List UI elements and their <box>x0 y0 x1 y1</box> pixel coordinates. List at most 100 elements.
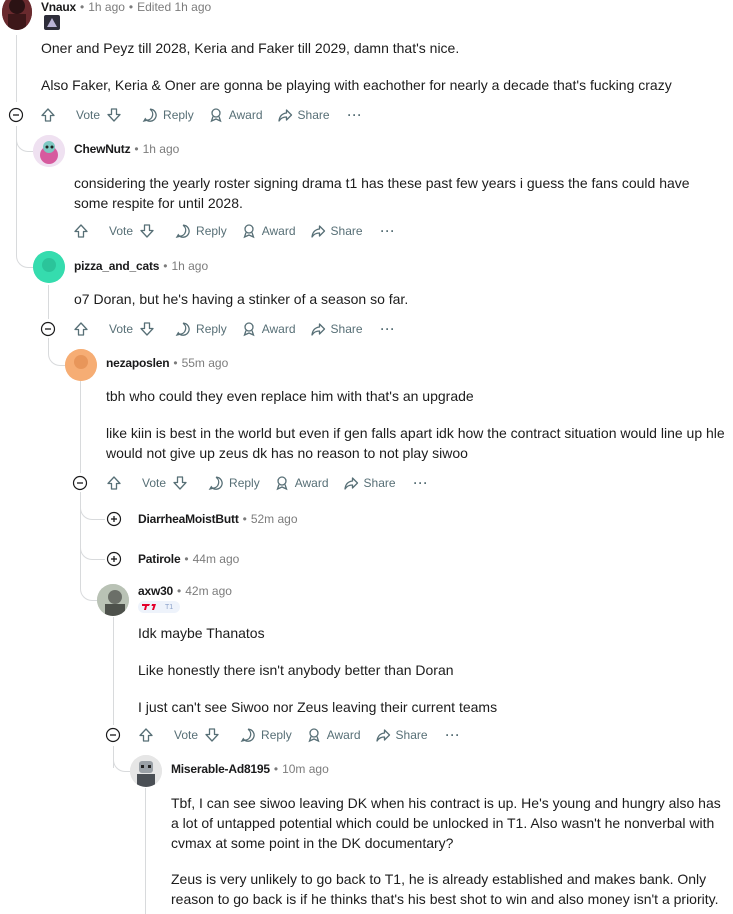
timestamp-patirole: 44m ago <box>192 552 240 566</box>
share-button[interactable]: Share <box>343 475 396 491</box>
downvote-arrow-icon <box>173 476 187 490</box>
action-bar-chewnutz: Vote Reply Award Share ··· <box>73 221 410 241</box>
comment-line: I just can't see Siwoo nor Zeus leaving … <box>138 699 498 715</box>
reply-bubble-icon <box>175 224 190 239</box>
share-arrow-icon <box>375 729 390 742</box>
edited-label-vnaux: Edited 1h ago <box>137 0 212 14</box>
downvote-arrow-icon <box>205 728 219 742</box>
thread-line-vnaux <box>16 35 17 102</box>
upvote-button[interactable] <box>40 107 56 123</box>
comment-line: like kiin is best in the world but even … <box>106 425 725 461</box>
user-flair-t1: T1 <box>138 601 180 613</box>
vote-label: Vote <box>174 728 199 742</box>
upvote-arrow-icon <box>139 728 153 742</box>
avatar-axw30[interactable] <box>97 584 129 616</box>
reply-bubble-icon <box>142 108 157 123</box>
comment-line: tbh who could they even replace him with… <box>106 388 474 404</box>
share-arrow-icon <box>310 323 325 336</box>
more-options-button[interactable]: ··· <box>348 108 363 122</box>
award-button[interactable]: Award <box>306 727 361 743</box>
more-options-button[interactable]: ··· <box>381 224 396 238</box>
username-miserable[interactable]: Miserable-Ad8195 <box>171 762 270 776</box>
thread-curve-pizza <box>16 240 33 268</box>
downvote-button[interactable] <box>139 223 155 239</box>
thread-curve-patirole <box>80 530 105 560</box>
comment-meta-vnaux: Vnaux • 1h ago • Edited 1h ago <box>41 0 212 14</box>
vote-label: Vote <box>142 476 167 490</box>
share-arrow-icon <box>310 225 325 238</box>
username-chewnutz[interactable]: ChewNutz <box>74 142 131 156</box>
collapse-thread-button[interactable] <box>8 107 24 123</box>
downvote-button[interactable] <box>172 475 188 491</box>
comment-line: Like honestly there isn't anybody better… <box>138 662 454 678</box>
comment-body-axw30: Idk maybe Thanatos Like honestly there i… <box>138 623 728 717</box>
username-patirole[interactable]: Patirole <box>138 552 181 566</box>
action-bar-pizza: Vote Reply Award Share ··· <box>73 319 410 339</box>
share-button[interactable]: Share <box>310 223 363 239</box>
downvote-button[interactable] <box>204 727 220 743</box>
thread-curve-chewnutz <box>16 126 33 152</box>
award-icon <box>243 322 255 337</box>
timestamp-pizza: 1h ago <box>171 259 209 273</box>
upvote-button[interactable] <box>73 321 89 337</box>
username-axw30[interactable]: axw30 <box>138 584 173 598</box>
avatar-chewnutz[interactable] <box>33 135 65 167</box>
avatar-nezaposlen[interactable] <box>65 349 97 381</box>
share-button[interactable]: Share <box>310 321 363 337</box>
more-options-button[interactable]: ··· <box>414 476 429 490</box>
share-button[interactable]: Share <box>277 107 330 123</box>
comment-meta-pizza: pizza_and_cats • 1h ago <box>74 259 209 273</box>
expand-thread-button[interactable] <box>106 511 122 527</box>
upvote-button[interactable] <box>106 475 122 491</box>
award-button[interactable]: Award <box>241 223 296 239</box>
thread-curve-axw30 <box>80 560 97 601</box>
share-button[interactable]: Share <box>375 727 428 743</box>
collapse-thread-button[interactable] <box>72 475 88 491</box>
comment-line: o7 Doran, but he's having a stinker of a… <box>74 291 409 307</box>
award-button[interactable]: Award <box>241 321 296 337</box>
action-bar-vnaux: Vote Reply Award Share ··· <box>40 105 377 125</box>
upvote-button[interactable] <box>73 223 89 239</box>
downvote-button[interactable] <box>106 107 122 123</box>
downvote-arrow-icon <box>140 322 154 336</box>
award-button[interactable]: Award <box>208 107 263 123</box>
thread-curve-miserable <box>113 746 130 772</box>
thread-curve-nezaposlen <box>48 338 65 366</box>
award-icon <box>243 224 255 239</box>
vote-label: Vote <box>76 108 101 122</box>
upvote-arrow-icon <box>41 108 55 122</box>
reply-button[interactable]: Reply <box>175 223 227 239</box>
comment-body-vnaux: Oner and Peyz till 2028, Keria and Faker… <box>41 38 721 95</box>
avatar-vnaux[interactable] <box>2 0 32 30</box>
reply-bubble-icon <box>175 322 190 337</box>
collapse-thread-button[interactable] <box>40 321 56 337</box>
thread-line-miserable <box>145 788 146 914</box>
upvote-button[interactable] <box>138 727 154 743</box>
upvote-arrow-icon <box>74 322 88 336</box>
username-pizza[interactable]: pizza_and_cats <box>74 259 159 273</box>
comment-line: Tbf, I can see siwoo leaving DK when his… <box>171 795 721 851</box>
comment-line: Oner and Peyz till 2028, Keria and Faker… <box>41 40 460 56</box>
reply-button[interactable]: Reply <box>175 321 227 337</box>
reply-button[interactable]: Reply <box>240 727 292 743</box>
username-vnaux[interactable]: Vnaux <box>41 0 76 14</box>
downvote-button[interactable] <box>139 321 155 337</box>
action-bar-nezaposlen: Vote Reply Award Share ··· <box>106 473 443 493</box>
award-button[interactable]: Award <box>274 475 329 491</box>
avatar-pizza[interactable] <box>33 251 65 283</box>
action-bar-axw30: Vote Reply Award Share ··· <box>138 725 475 745</box>
username-nezaposlen[interactable]: nezaposlen <box>106 356 170 370</box>
more-options-button[interactable]: ··· <box>381 322 396 336</box>
expand-thread-button[interactable] <box>106 551 122 567</box>
collapse-thread-button[interactable] <box>105 727 121 743</box>
more-options-button[interactable]: ··· <box>446 728 461 742</box>
downvote-arrow-icon <box>107 108 121 122</box>
comment-meta-diarrhea: DiarrheaMoistButt • 52m ago <box>138 512 298 526</box>
reply-button[interactable]: Reply <box>208 475 260 491</box>
avatar-miserable[interactable] <box>130 755 162 787</box>
comment-body-miserable: Tbf, I can see siwoo leaving DK when his… <box>171 793 731 909</box>
timestamp-miserable: 10m ago <box>282 762 329 776</box>
reply-button[interactable]: Reply <box>142 107 194 123</box>
comment-body-chewnutz: considering the yearly roster signing dr… <box>74 173 726 213</box>
username-diarrhea[interactable]: DiarrheaMoistButt <box>138 512 239 526</box>
